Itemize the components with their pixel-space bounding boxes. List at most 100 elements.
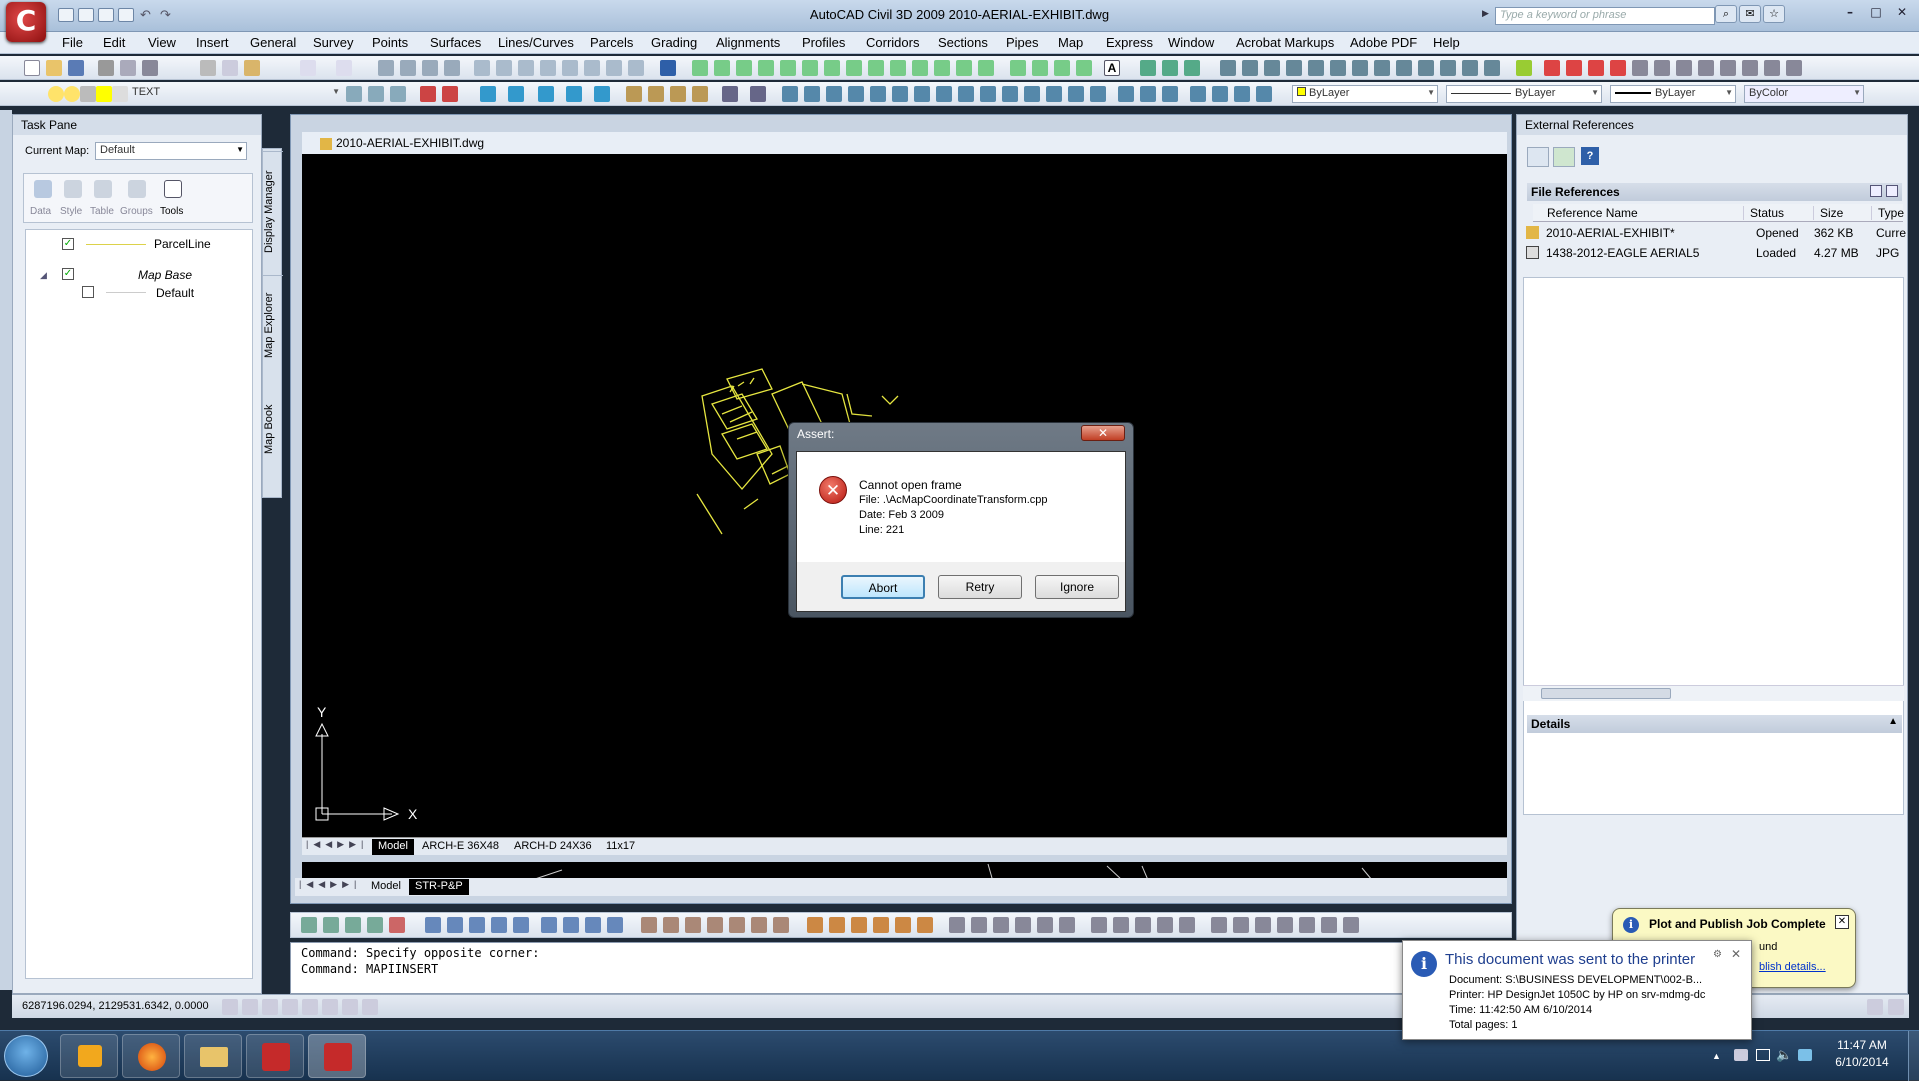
start-button[interactable] (4, 1035, 48, 1077)
refedit-icon[interactable] (594, 86, 610, 102)
search-expand-icon[interactable]: ▶ (1482, 8, 1489, 19)
col-type[interactable]: Type (1871, 206, 1904, 220)
ellipse-icon[interactable] (890, 60, 906, 76)
close-icon[interactable]: ✕ (1888, 3, 1916, 21)
object-snap-icon[interactable] (480, 86, 496, 102)
bt-tool-18-icon[interactable] (707, 917, 723, 933)
communication-center-icon[interactable]: ✉ (1739, 5, 1761, 23)
dim-linear-icon[interactable] (1632, 60, 1648, 76)
list-view-icon[interactable] (1886, 185, 1898, 197)
table-draw-icon[interactable] (1076, 60, 1092, 76)
bt-tool-39-icon[interactable] (1211, 917, 1227, 933)
dim-radius-icon[interactable] (1720, 60, 1736, 76)
bt-tool-5-icon[interactable] (389, 917, 405, 933)
style-icon[interactable] (64, 180, 82, 198)
dim-diameter-icon[interactable] (1764, 60, 1780, 76)
bt-tool-4-icon[interactable] (367, 917, 383, 933)
image-frame-icon[interactable] (750, 86, 766, 102)
pan-icon[interactable] (378, 60, 394, 76)
layer-dropdown[interactable]: TEXT ▼ (128, 85, 342, 103)
print-icon[interactable] (118, 8, 134, 22)
data-icon[interactable] (34, 180, 52, 198)
dbconnect-icon[interactable] (606, 60, 622, 76)
markup-icon[interactable] (562, 60, 578, 76)
open-icon[interactable] (46, 60, 62, 76)
bt-tool-28-icon[interactable] (949, 917, 965, 933)
copy-icon[interactable] (222, 60, 238, 76)
layer-lock-icon[interactable] (80, 86, 96, 102)
layer-on-icon[interactable] (48, 86, 64, 102)
menu-profiles[interactable]: Profiles (802, 35, 845, 50)
xref-row[interactable]: 2010-AERIAL-EXHIBIT* Opened 362 KB Curre (1526, 224, 1906, 242)
civil-tool-9-icon[interactable] (958, 86, 974, 102)
region-icon[interactable] (1054, 60, 1070, 76)
send-back-icon[interactable] (670, 86, 686, 102)
collapse-icon[interactable]: ▲ (1888, 716, 1898, 727)
menu-pipes[interactable]: Pipes (1006, 35, 1039, 50)
civil-tool-2-icon[interactable] (804, 86, 820, 102)
dim-aligned-icon[interactable] (1654, 60, 1670, 76)
trim-icon[interactable] (1352, 60, 1368, 76)
tab-11x17[interactable]: 11x17 (600, 839, 641, 855)
dim-ordinate-icon[interactable] (1698, 60, 1714, 76)
data-label[interactable]: Data (30, 206, 51, 217)
bt-tool-45-icon[interactable] (1343, 917, 1359, 933)
dynamic-ucs-icon[interactable] (342, 999, 358, 1015)
bt-tool-7-icon[interactable] (447, 917, 463, 933)
civil-tool-15-icon[interactable] (1090, 86, 1106, 102)
network-icon[interactable] (1756, 1049, 1770, 1061)
civil-tool-18-icon[interactable] (1162, 86, 1178, 102)
tab-map-book[interactable]: Map Book (263, 379, 283, 479)
printer-tray-icon[interactable] (1734, 1049, 1748, 1061)
bt-tool-40-icon[interactable] (1233, 917, 1249, 933)
bt-tool-43-icon[interactable] (1299, 917, 1315, 933)
copy-object-icon[interactable] (1162, 60, 1178, 76)
plot-icon[interactable] (98, 60, 114, 76)
bt-tool-11-icon[interactable] (541, 917, 557, 933)
firefox-taskbar-button[interactable] (122, 1034, 180, 1078)
markup-pen-icon[interactable] (1544, 60, 1560, 76)
arc-icon[interactable] (802, 60, 818, 76)
clean-screen-icon[interactable] (1867, 999, 1883, 1015)
redo-icon[interactable]: ↷ (160, 7, 171, 23)
polyline-icon[interactable] (736, 60, 752, 76)
make-block-icon[interactable] (956, 60, 972, 76)
civil-tool-6-icon[interactable] (892, 86, 908, 102)
bt-tool-30-icon[interactable] (993, 917, 1009, 933)
dim-jogged-icon[interactable] (1742, 60, 1758, 76)
civil-tool-13-icon[interactable] (1046, 86, 1062, 102)
civil3d-active-taskbar-button[interactable] (308, 1034, 366, 1078)
menu-window[interactable]: Window (1168, 35, 1214, 50)
zoom-previous-icon[interactable] (444, 60, 460, 76)
rectangle-icon[interactable] (780, 60, 796, 76)
circle-icon[interactable] (824, 60, 840, 76)
markup-cloud-icon[interactable] (1566, 60, 1582, 76)
bt-tool-3-icon[interactable] (345, 917, 361, 933)
show-desktop-button[interactable] (1908, 1031, 1919, 1081)
menu-lines-curves[interactable]: Lines/Curves (498, 35, 574, 50)
ignore-button[interactable]: Ignore (1035, 575, 1119, 599)
minimize-icon[interactable]: – (1836, 3, 1864, 21)
save-icon[interactable] (68, 60, 84, 76)
style-label[interactable]: Style (60, 206, 82, 217)
explorer-taskbar-button[interactable] (184, 1034, 242, 1078)
bring-front-icon[interactable] (648, 86, 664, 102)
layer-map-base[interactable]: Map Base (138, 268, 192, 282)
bt-tool-23-icon[interactable] (829, 917, 845, 933)
offset-icon[interactable] (1220, 60, 1236, 76)
expand-icon[interactable]: ◢ (40, 270, 47, 281)
bt-tool-8-icon[interactable] (469, 917, 485, 933)
tab-arch-d[interactable]: ARCH-D 24X36 (508, 839, 598, 855)
col-status[interactable]: Status (1743, 206, 1784, 220)
ortho-mode-icon[interactable] (262, 999, 278, 1015)
bt-tool-10-icon[interactable] (513, 917, 529, 933)
dim-angular-icon[interactable] (1786, 60, 1802, 76)
bt-tool-16-icon[interactable] (663, 917, 679, 933)
refresh-icon[interactable] (1553, 147, 1575, 167)
tab-model[interactable]: Model (372, 839, 414, 855)
bt-tool-29-icon[interactable] (971, 917, 987, 933)
move-icon[interactable] (1264, 60, 1280, 76)
parcelline-checkbox[interactable]: ✓ (62, 238, 74, 250)
menu-adobe-pdf[interactable]: Adobe PDF (1350, 35, 1417, 50)
bt-tool-33-icon[interactable] (1059, 917, 1075, 933)
